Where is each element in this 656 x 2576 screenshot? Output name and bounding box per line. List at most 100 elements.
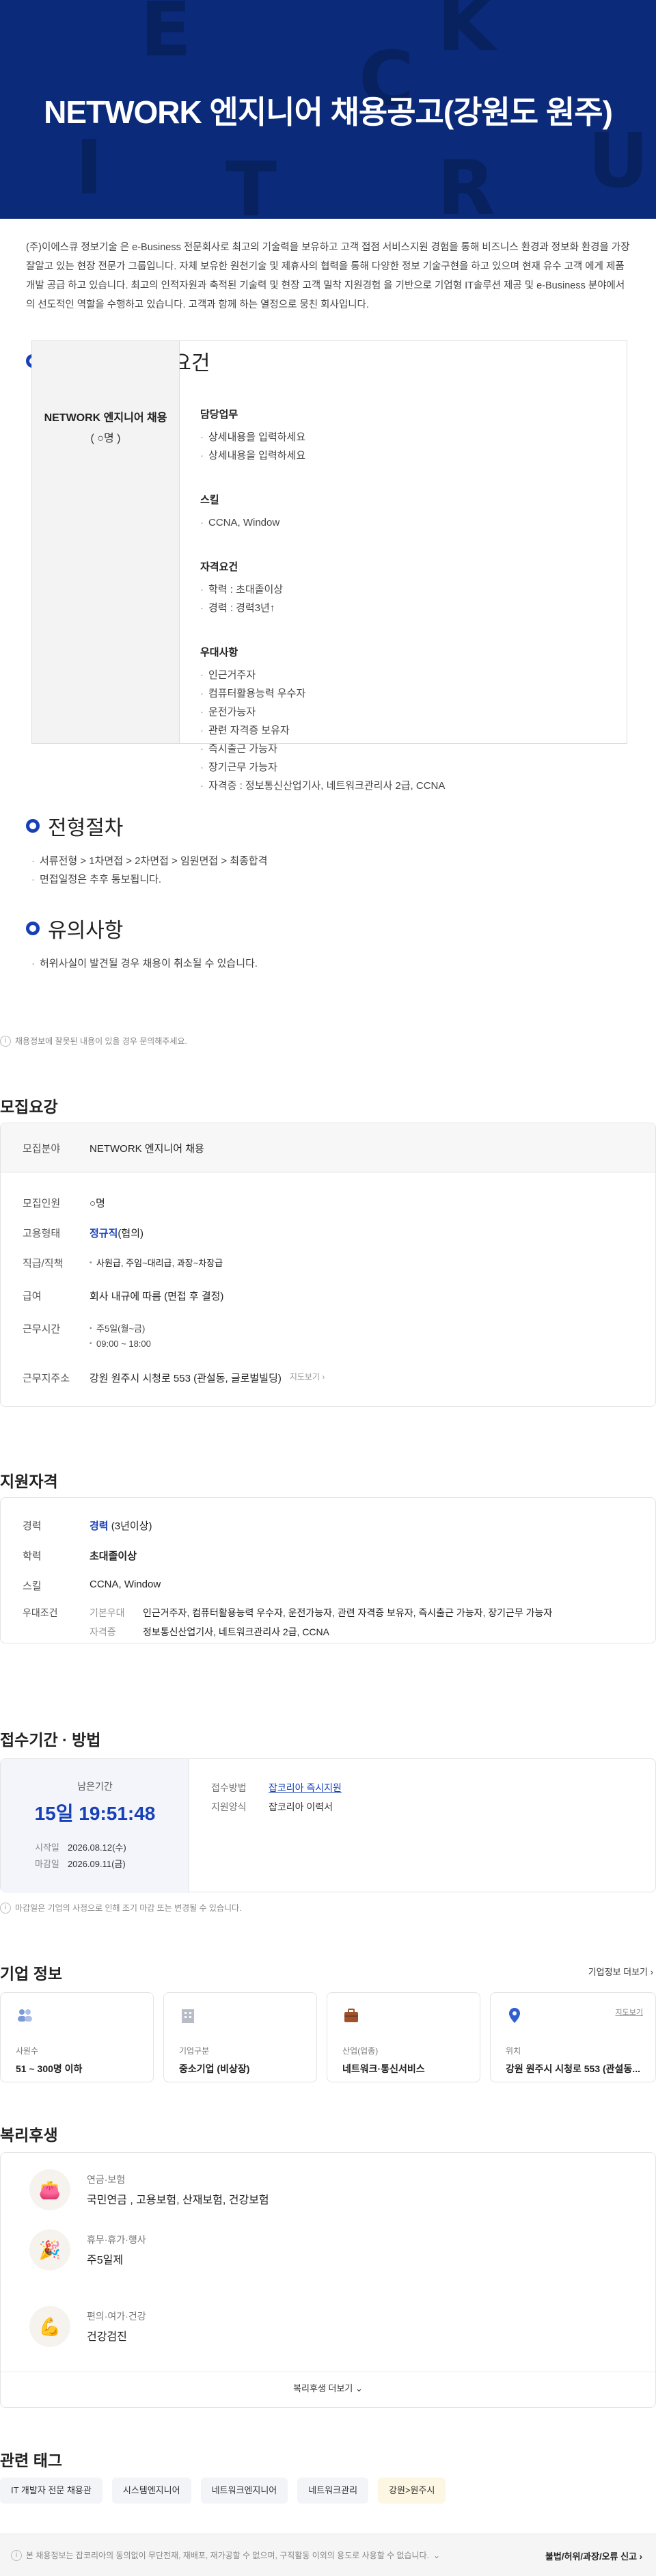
type-row: 고용형태 정규직(협의): [23, 1226, 144, 1240]
hero-banner: E C K I U T R NETWORK 엔지니어 채용공고(강원도 원주): [0, 0, 656, 219]
welfare-category: 휴무·휴가·행사: [87, 2234, 146, 2245]
bullet-circle-icon: [26, 922, 40, 935]
info-icon: i: [0, 1902, 11, 1914]
card-value: 네트워크·통신서비스: [342, 2063, 425, 2074]
card-value: 중소기업 (비상장): [179, 2063, 250, 2074]
hours-time: 09:00 ~ 18:00: [90, 1337, 151, 1352]
preference-group: 우대사항 인근거주자 컴퓨터활용능력 우수자 운전가능자 관련 자격증 보유자 …: [200, 645, 627, 795]
list-item: 장기근무 가능자: [200, 758, 627, 777]
rank-row: 직급/직책 사원급, 주임~대리급, 과장~차장급: [23, 1256, 223, 1271]
edu-value: 초대졸이상: [90, 1551, 137, 1562]
dates: 시작일 2026.08.12(수) 마감일 2026.09.11(금): [35, 1840, 126, 1873]
welfare-item: 👛 연금·보험국민연금 , 고용보험, 산재보험, 건강보험: [29, 2169, 269, 2210]
addr-row: 근무지주소 강원 원주시 시청로 553 (관설동, 글로벌빌딩) 지도보기 ›: [23, 1371, 325, 1385]
requirement-group: 자격요건 학력 : 초대졸이상경력 : 경력3년↑: [200, 559, 627, 617]
card-label: 사원수: [16, 2046, 39, 2056]
process-heading-text: 전형절차: [48, 817, 124, 840]
salary-row: 급여 회사 내규에 따름 (면접 후 결정): [23, 1289, 223, 1303]
location-icon: [506, 2007, 523, 2024]
addr-label: 근무지주소: [23, 1373, 70, 1384]
salary-value: 회사 내규에 따름 (면접 후 결정): [90, 1291, 224, 1302]
welfare-more-text: 복리후생 더보기: [293, 2383, 353, 2393]
caution-heading-text: 유의사항: [48, 920, 124, 942]
list-item: 상세내용을 입력하세요: [200, 428, 627, 446]
edu-row: 학력 초대졸이상: [23, 1548, 137, 1563]
deco-letter: T: [226, 146, 277, 219]
tag-item[interactable]: 시스템엔지니어: [111, 2478, 191, 2504]
position-headcount: ( ○명 ): [90, 433, 121, 444]
salary-label: 급여: [23, 1291, 42, 1302]
map-link-text: 지도보기: [289, 1372, 320, 1382]
remain-value: 15일 19:51:48: [34, 1803, 156, 1824]
report-note[interactable]: i 채용정보에 잘못된 내용이 있을 경우 문의해주세요.: [0, 1035, 187, 1047]
report-note-text: 채용정보에 잘못된 내용이 있을 경우 문의해주세요.: [15, 1036, 187, 1046]
tag-item[interactable]: 네트워크엔지니어: [200, 2478, 288, 2504]
tag-item[interactable]: IT 개발자 전문 채용관: [0, 2478, 102, 2504]
apply-method: 접수방법 잡코리아 즉시지원 지원양식 잡코리아 이력서: [211, 1778, 342, 1816]
chevron-down-icon: ⌄: [433, 2550, 440, 2560]
map-link[interactable]: 지도보기 ›: [290, 1371, 325, 1385]
career-row: 경력 경력 (3년이상): [23, 1518, 152, 1533]
welfare-heading: 복리후생: [0, 2126, 58, 2144]
map-link[interactable]: 지도보기: [616, 2007, 643, 2017]
position-title: NETWORK 엔지니어 채용: [44, 412, 167, 424]
footer-bar: i 본 채용정보는 잡코리아의 동의없이 무단전재, 재배포, 재가공할 수 없…: [0, 2534, 656, 2576]
deco-letter: R: [437, 144, 495, 219]
job-title: NETWORK 엔지니어 채용공고(강원도 원주): [44, 94, 613, 130]
skill-row: 스킬 CCNA, Window: [23, 1579, 161, 1593]
welfare-category: 연금·보험: [87, 2174, 126, 2185]
tag-item[interactable]: 강원>원주시: [378, 2478, 446, 2504]
cert-value: 정보통신산업기사, 네트워크관리사 2급, CCNA: [143, 1626, 329, 1637]
welfare-category: 편의·여가·건강: [87, 2311, 146, 2322]
hours-days: 주5일(월~금): [90, 1321, 151, 1337]
card-label: 기업구분: [179, 2046, 210, 2056]
welfare-more-button[interactable]: 복리후생 더보기 ⌄: [1, 2381, 655, 2394]
card-label: 산업(업종): [342, 2046, 379, 2056]
bullet-circle-icon: [26, 819, 40, 833]
skill-label: 스킬: [23, 1581, 42, 1592]
tag-item[interactable]: 네트워크관리: [297, 2478, 369, 2504]
cert-row: 자격증 정보통신산업기사, 네트워크관리사 2급, CCNA: [23, 1625, 329, 1639]
wallet-icon: 👛: [29, 2169, 70, 2210]
welfare-item: 🎉 휴무·휴가·행사주5일제: [29, 2229, 146, 2270]
basic-pref-value: 인근거주자, 컴퓨터활용능력 우수자, 운전가능자, 관련 자격증 보유자, 즉…: [143, 1607, 553, 1618]
deco-letter: I: [75, 124, 103, 211]
duty-group: 담당업무 상세내용을 입력하세요상세내용을 입력하세요: [200, 407, 627, 465]
report-button[interactable]: 불법/허위/과장/오류 신고 ›: [545, 2549, 642, 2562]
footer-notice-text: 본 채용정보는 잡코리아의 동의없이 무단전재, 재배포, 재가공할 수 없으며…: [26, 2551, 429, 2560]
company-more-link[interactable]: 기업정보 더보기 ›: [588, 1965, 653, 1978]
welfare-item: 💪 편의·여가·건강 건강검진: [29, 2306, 146, 2347]
caution-heading: 유의사항: [26, 913, 123, 943]
method-value[interactable]: 잡코리아 즉시지원: [269, 1782, 342, 1793]
list-item: 상세내용을 입력하세요: [200, 446, 627, 465]
skill-value: CCNA, Window: [90, 1579, 161, 1590]
qualify-card: 경력 경력 (3년이상) 학력 초대졸이상 스킬 CCNA, Window 우대조건 기…: [0, 1497, 656, 1643]
chevron-right-icon: ›: [322, 1372, 325, 1382]
list-item: 즉시출근 가능자: [200, 740, 627, 758]
hours-label: 근무시간: [23, 1324, 61, 1335]
company-cards: 사원수 51 ~ 300명 이하 기업구분 중소기업 (비상장) 산업(업종) …: [0, 1992, 656, 2082]
form-value: 잡코리아 이력서: [269, 1801, 333, 1812]
party-icon: 🎉: [29, 2229, 70, 2270]
chevron-right-icon: ›: [650, 1967, 653, 1977]
process-list: 서류전형 > 1차면접 > 2차면접 > 임원면접 > 최종합격 면접일정은 추…: [31, 852, 267, 889]
type-suffix: (협의): [118, 1228, 144, 1239]
tag-list: IT 개발자 전문 채용관 시스템엔지니어 네트워크엔지니어 네트워크관리 강원>원주시: [0, 2478, 455, 2504]
welfare-value: 국민연금 , 고용보험, 산재보험, 건강보험: [87, 2195, 269, 2206]
remain-label: 남은기간: [77, 1781, 113, 1792]
count-row: 모집인원 ○명: [23, 1196, 105, 1210]
list-item: 허위사실이 발견될 경우 채용이 취소될 수 있습니다.: [31, 954, 258, 973]
company-card-employees: 사원수 51 ~ 300명 이하: [0, 1992, 154, 2082]
career-suffix: (3년이상): [111, 1520, 152, 1532]
caution-list: 허위사실이 발견될 경우 채용이 취소될 수 있습니다.: [31, 954, 258, 973]
footer-notice: i 본 채용정보는 잡코리아의 동의없이 무단전재, 재배포, 재가공할 수 없…: [11, 2549, 440, 2561]
qualify-heading: 지원자격: [0, 1473, 58, 1490]
deadline-panel: 남은기간 15일 19:51:48 시작일 2026.08.12(수) 마감일 20…: [1, 1759, 189, 1893]
field-value: NETWORK 엔지니어 채용: [90, 1143, 204, 1155]
company-card-industry: 산업(업종) 네트워크·통신서비스: [327, 1992, 481, 2082]
deco-letter: U: [588, 117, 649, 204]
list-item: 컴퓨터활용능력 우수자: [200, 684, 627, 703]
company-more-text: 기업정보 더보기: [588, 1967, 648, 1977]
end-label: 마감일: [35, 1859, 59, 1869]
welfare-value: 주5일제: [87, 2255, 124, 2266]
